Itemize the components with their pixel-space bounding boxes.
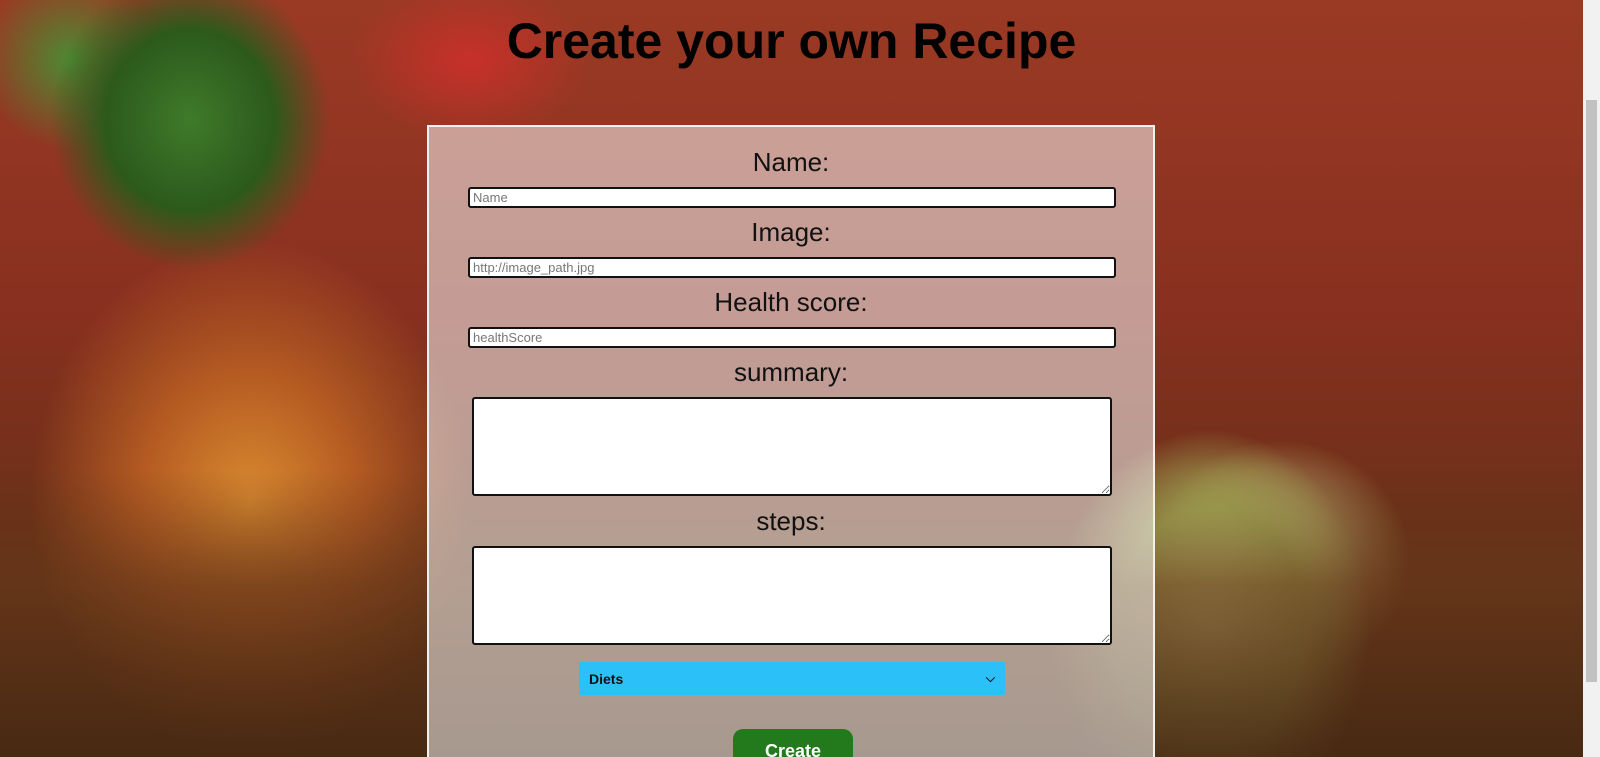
name-label: Name: [752, 147, 830, 177]
diets-select-value: Diets [589, 670, 624, 687]
scrollbar-thumb[interactable] [1586, 100, 1597, 682]
diets-select[interactable]: Diets ⌵ [579, 662, 1005, 695]
health-score-input[interactable] [468, 327, 1116, 348]
chevron-down-icon: ⌵ [985, 671, 995, 685]
create-button[interactable]: Create [733, 729, 853, 757]
summary-textarea[interactable] [472, 397, 1112, 496]
summary-label: summary: [733, 357, 849, 387]
image-input[interactable] [468, 257, 1116, 278]
page-title: Create your own Recipe [506, 13, 1077, 69]
image-label: Image: [751, 217, 831, 247]
recipe-form: Name: Image: Health score: summary: step… [427, 125, 1155, 757]
name-input[interactable] [468, 187, 1116, 208]
page: Create your own Recipe Name: Image: Heal… [0, 0, 1600, 757]
steps-textarea[interactable] [472, 546, 1112, 645]
health-score-label: Health score: [714, 287, 868, 317]
scrollbar[interactable] [1583, 0, 1600, 757]
steps-label: steps: [756, 506, 826, 536]
